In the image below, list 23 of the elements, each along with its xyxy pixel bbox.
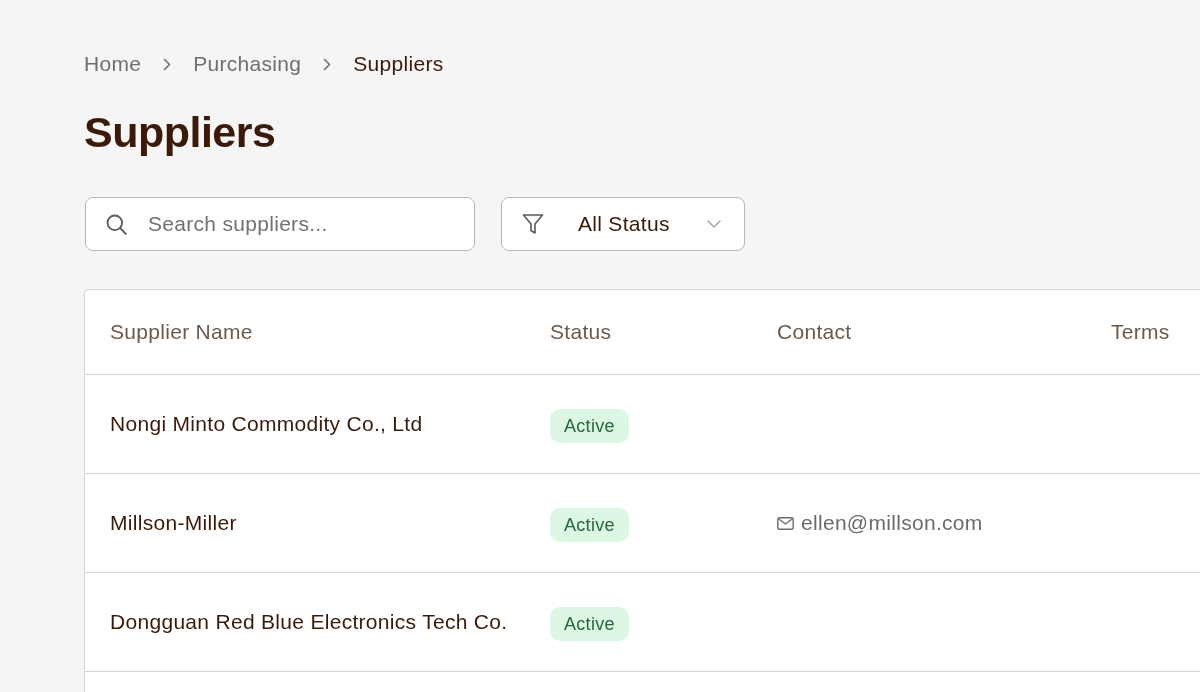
status-badge: Active: [550, 508, 629, 542]
chevron-right-icon: [323, 57, 332, 71]
funnel-icon: [522, 213, 544, 235]
column-header: Supplier Name: [110, 320, 253, 344]
chevron-down-icon: [707, 220, 721, 228]
mail-icon: [777, 516, 794, 530]
supplier-name: Millson-Miller: [110, 511, 237, 535]
column-header: Contact: [777, 320, 852, 344]
supplier-name: Dongguan Red Blue Electronics Tech Co.: [110, 610, 508, 634]
status-badge: Active: [550, 607, 629, 641]
column-header: Terms: [1111, 320, 1170, 344]
status-badge: Active: [550, 409, 629, 443]
page-title: Suppliers: [84, 107, 276, 158]
status-filter-dropdown[interactable]: All Status: [501, 197, 745, 251]
search-icon: [106, 214, 127, 235]
contact-email: ellen@millson.com: [801, 511, 983, 535]
breadcrumb-link[interactable]: Purchasing: [193, 52, 302, 76]
breadcrumb-link[interactable]: Home: [84, 52, 142, 76]
breadcrumb-current: Suppliers: [353, 52, 444, 76]
search-field[interactable]: Search suppliers...: [85, 197, 475, 251]
chevron-right-icon: [163, 57, 172, 71]
column-header: Status: [550, 320, 612, 344]
supplier-name: Nongi Minto Commodity Co., Ltd: [110, 412, 423, 436]
